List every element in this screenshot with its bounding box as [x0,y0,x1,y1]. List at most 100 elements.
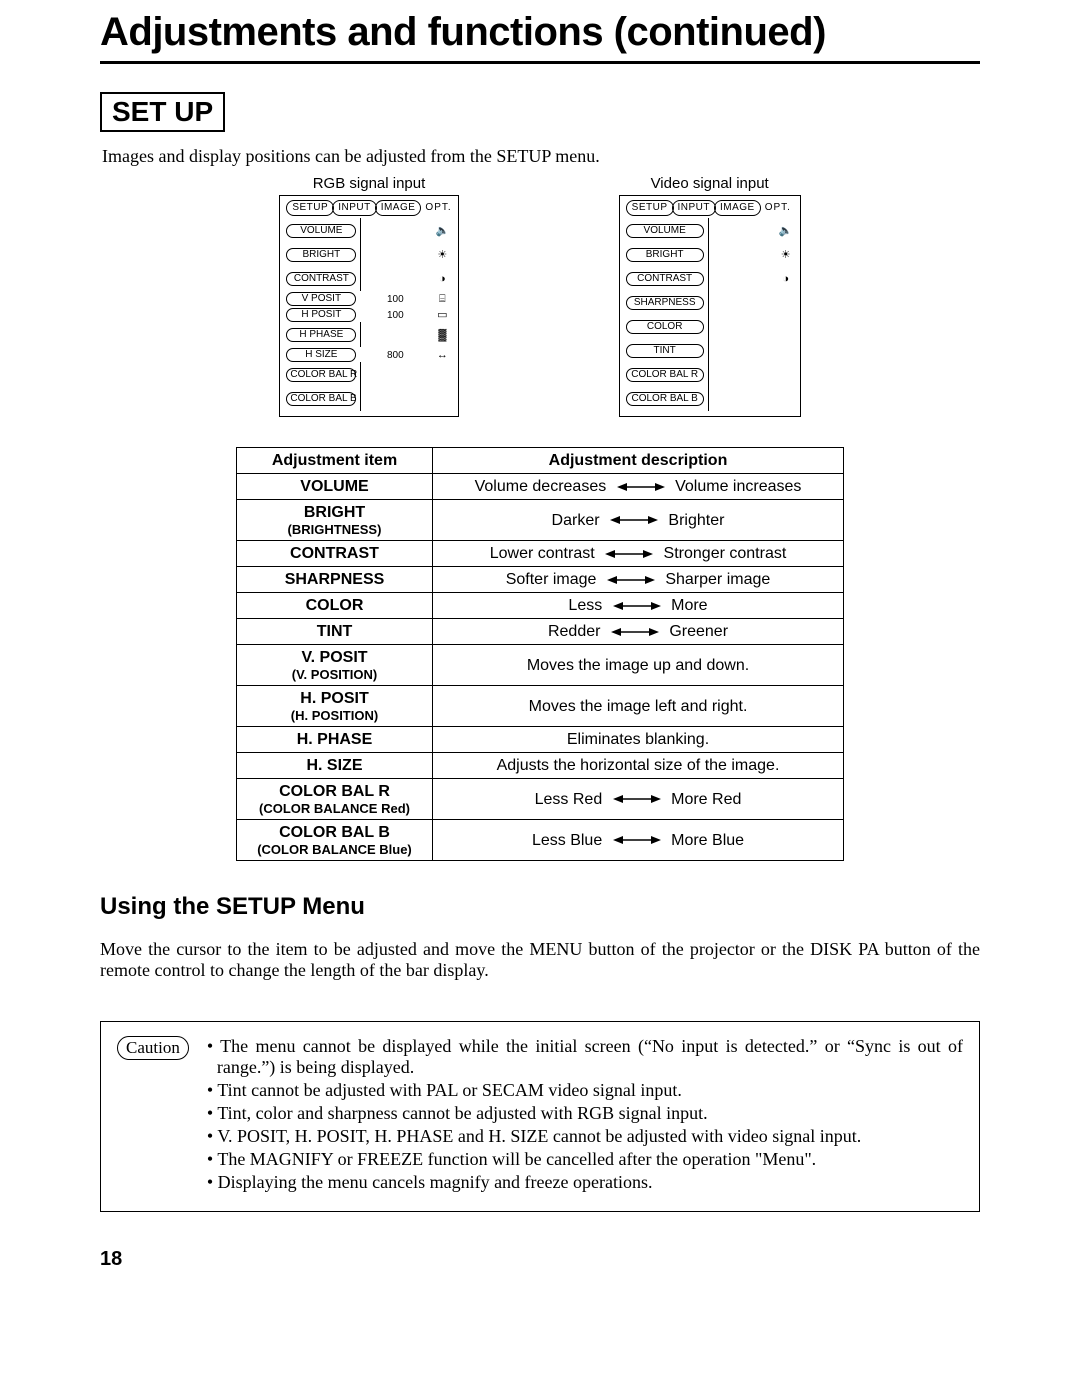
adjustment-description: Less More [433,593,844,619]
double-arrow-icon [610,514,658,526]
adjustment-item: VOLUME [237,474,433,500]
adjustment-item: CONTRAST [237,541,433,567]
setup-value: 100 [360,295,430,305]
setup-item: SHARPNESS [626,296,704,310]
double-arrow-icon [613,793,661,805]
title-rule [100,61,980,64]
setup-intro: Images and display positions can be adju… [102,146,980,167]
setup-value: 800 [360,351,430,361]
mouse-icon: ⌸ [434,294,450,305]
table-row: COLOR BAL R(COLOR BALANCE Red)Less Red M… [237,779,844,820]
table-row: SHARPNESSSofter image Sharper image [237,567,844,593]
setup-bar [708,218,709,243]
caution-bullet: • Tint, color and sharpness cannot be ad… [207,1103,963,1124]
menu-tab: IMAGE [375,200,422,216]
video-screen-block: Video signal input SETUPINPUTIMAGEOPT.VO… [619,175,801,417]
rgb-screen: SETUPINPUTIMAGEOPT.VOLUME🔈BRIGHT☀CONTRAS… [279,195,458,417]
table-head-item: Adjustment item [237,448,433,474]
setup-heading-box: SET UP [100,92,225,132]
setup-bar [708,386,709,411]
setup-bar [708,362,709,387]
adjustment-item: COLOR [237,593,433,619]
using-paragraph: Move the cursor to the item to be adjust… [100,939,980,981]
setup-bar [708,290,709,315]
setup-item: COLOR BAL B [286,392,356,406]
double-arrow-icon [611,626,659,638]
caution-bullet: • The menu cannot be displayed while the… [207,1036,963,1078]
video-screen-label: Video signal input [651,175,769,192]
caution-label: Caution [117,1036,189,1060]
setup-item: H PHASE [286,328,356,342]
adjustment-table: Adjustment item Adjustment description V… [236,447,844,861]
adjustment-item: TINT [237,619,433,645]
setup-bar [708,338,709,363]
adjustment-description: Lower contrast Stronger contrast [433,541,844,567]
adjustment-description: Moves the image up and down. [433,645,844,686]
adjustment-description: Moves the image left and right. [433,686,844,727]
setup-item: COLOR BAL B [626,392,704,406]
menu-tab: INPUT [332,200,377,216]
caution-bullet: • Displaying the menu cancels magnify an… [207,1172,963,1193]
setup-item: COLOR [626,320,704,334]
setup-item: V POSIT [286,292,356,306]
rgb-screen-label: RGB signal input [313,175,426,192]
setup-value: 100 [360,311,430,321]
caution-box: Caution • The menu cannot be displayed w… [100,1021,980,1212]
video-screen: SETUPINPUTIMAGEOPT.VOLUME🔈BRIGHT☀CONTRAS… [619,195,801,417]
adjustment-item: BRIGHT(BRIGHTNESS) [237,500,433,541]
table-row: COLORLess More [237,593,844,619]
setup-item: CONTRAST [286,272,356,286]
screen-illustrations: RGB signal input SETUPINPUTIMAGEOPT.VOLU… [100,175,980,417]
adjustment-description: Softer image Sharper image [433,567,844,593]
page-number: 18 [100,1248,980,1271]
setup-item: H POSIT [286,308,356,322]
table-row: H. SIZEAdjusts the horizontal size of th… [237,753,844,779]
menu-tab: SETUP [286,200,334,216]
setup-bar [360,242,361,267]
setup-bar [360,386,361,411]
adjustment-item: COLOR BAL R(COLOR BALANCE Red) [237,779,433,820]
rgb-screen-block: RGB signal input SETUPINPUTIMAGEOPT. VOLU… [279,175,458,417]
setup-bar [360,266,361,291]
using-heading: Using the SETUP Menu [100,893,980,921]
adjustment-description: Volume decreases Volume increases [433,474,844,500]
double-arrow-icon [613,600,661,612]
adjustment-description: Less Blue More Blue [433,820,844,861]
adjustment-description: Eliminates blanking. [433,727,844,753]
setup-item: VOLUME [286,224,356,238]
menu-tab: SETUP [626,200,674,216]
menu-tab-opt: OPT. [425,203,451,213]
hsize-icon: ↔ [434,350,450,361]
adjustment-description: Darker Brighter [433,500,844,541]
setup-item: CONTRAST [626,272,704,286]
adjustment-description: Adjusts the horizontal size of the image… [433,753,844,779]
menu-tab: INPUT [672,200,717,216]
caution-bullet: • V. POSIT, H. POSIT, H. PHASE and H. SI… [207,1126,963,1147]
menu-tab: IMAGE [714,200,761,216]
double-arrow-icon [613,834,661,846]
setup-item: VOLUME [626,224,704,238]
adjustment-item: COLOR BAL B(COLOR BALANCE Blue) [237,820,433,861]
table-row: BRIGHT(BRIGHTNESS)Darker Brighter [237,500,844,541]
table-row: H. PHASEEliminates blanking. [237,727,844,753]
setup-bar [360,362,361,387]
setup-bar [360,218,361,243]
setup-bar [360,322,361,347]
setup-item: BRIGHT [626,248,704,262]
double-arrow-icon [607,574,655,586]
setup-bar [708,242,709,267]
table-row: CONTRASTLower contrast Stronger contrast [237,541,844,567]
caution-bullets: • The menu cannot be displayed while the… [207,1036,963,1195]
table-row: COLOR BAL B(COLOR BALANCE Blue)Less Blue… [237,820,844,861]
adjustment-item: V. POSIT(V. POSITION) [237,645,433,686]
sun-icon: ☀ [778,250,794,261]
adjustment-description: Less Red More Red [433,779,844,820]
setup-item: TINT [626,344,704,358]
speaker-icon: 🔈 [778,226,794,237]
table-head-desc: Adjustment description [433,448,844,474]
double-arrow-icon [605,548,653,560]
setup-item: COLOR BAL R [626,368,704,382]
rect-icon: ▭ [434,310,450,321]
half-icon: ◑ [778,274,794,285]
adjustment-description: Redder Greener [433,619,844,645]
